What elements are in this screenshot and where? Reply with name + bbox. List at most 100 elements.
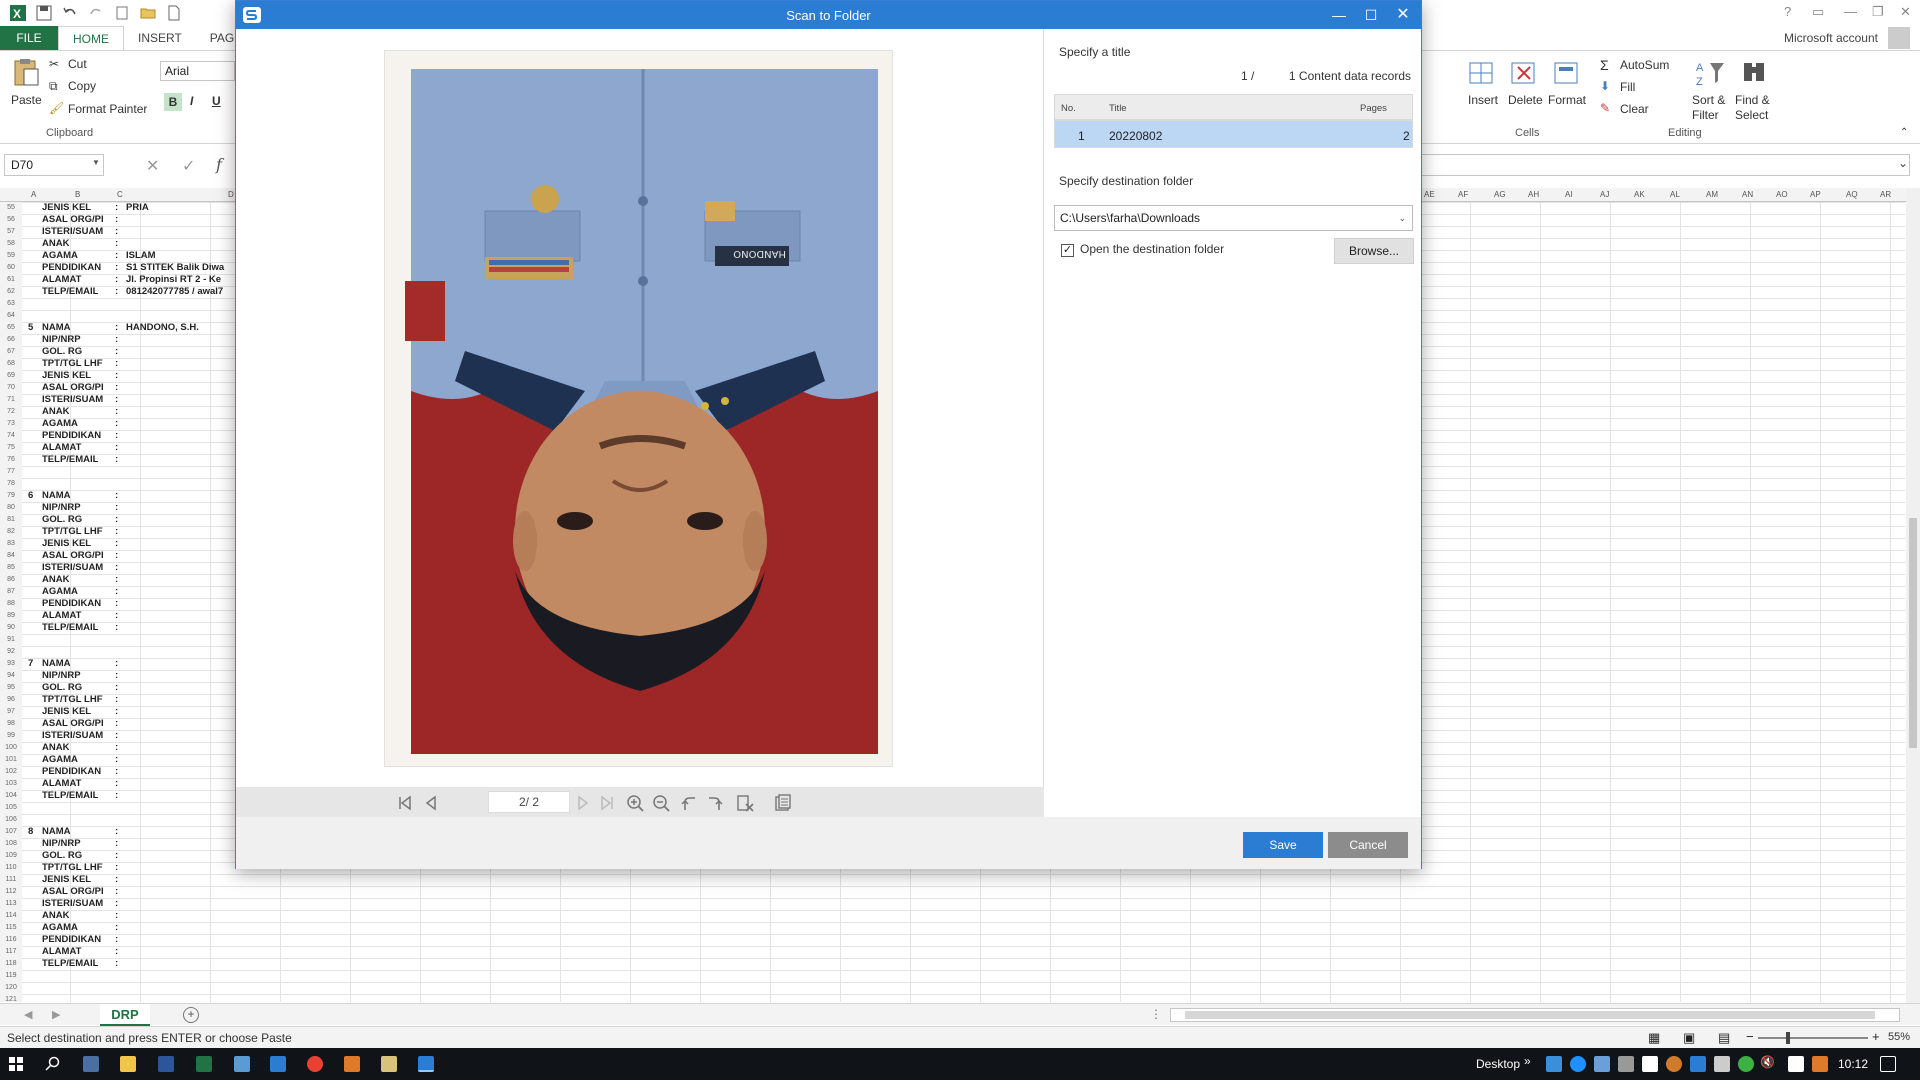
cell-c[interactable]: : <box>115 250 118 262</box>
col-header[interactable]: AN <box>1742 190 1753 199</box>
row-number[interactable]: 111 <box>0 874 22 886</box>
delete-page-icon[interactable] <box>736 794 754 812</box>
cell-b[interactable]: GOL. RG <box>42 682 82 694</box>
cell-b[interactable]: ASAL ORG/PI <box>42 382 104 394</box>
table-row[interactable]: 77 <box>0 466 240 478</box>
cell-b[interactable]: ASAL ORG/PI <box>42 718 104 730</box>
row-number[interactable]: 70 <box>0 382 22 394</box>
table-row[interactable]: 107 8 NAMA: <box>0 826 240 838</box>
page-settings-icon[interactable] <box>774 794 792 812</box>
row-number[interactable]: 82 <box>0 526 22 538</box>
row-number[interactable]: 56 <box>0 214 22 226</box>
cell-c[interactable]: : <box>115 718 118 730</box>
cell-c[interactable]: : <box>115 586 118 598</box>
row-number[interactable]: 105 <box>0 802 22 814</box>
table-row[interactable]: 1 20220802 2 <box>1054 120 1413 148</box>
underline-button[interactable]: U <box>212 94 221 108</box>
row-number[interactable]: 106 <box>0 814 22 826</box>
table-row[interactable]: 55 JENIS KEL: PRIA <box>0 202 240 214</box>
table-row[interactable]: 108 NIP/NRP: <box>0 838 240 850</box>
table-row[interactable]: 86 ANAK: <box>0 574 240 586</box>
sort-filter-label-1[interactable]: Sort & <box>1692 93 1725 107</box>
table-row[interactable]: 104 TELP/EMAIL: <box>0 790 240 802</box>
cell-b[interactable]: TELP/EMAIL <box>42 622 98 634</box>
cell-c[interactable]: : <box>115 934 118 946</box>
windows-start-icon[interactable] <box>8 1056 24 1072</box>
table-row[interactable]: 97 JENIS KEL: <box>0 706 240 718</box>
zoom-slider[interactable] <box>1758 1032 1868 1044</box>
cell-c[interactable]: : <box>115 406 118 418</box>
restore-excel-icon[interactable]: ❐ <box>1872 4 1884 20</box>
cell-b[interactable]: GOL. RG <box>42 850 82 862</box>
table-row[interactable]: 61 ALAMAT: Jl. Propinsi RT 2 - Ke <box>0 274 240 286</box>
cell-b[interactable]: JENIS KEL <box>42 706 91 718</box>
maximize-dialog-icon[interactable]: ☐ <box>1360 4 1382 26</box>
table-row[interactable]: 112 ASAL ORG/PI: <box>0 886 240 898</box>
horizontal-scroll-thumb[interactable] <box>1185 1011 1875 1019</box>
format-cells-button[interactable]: Format <box>1548 93 1586 107</box>
row-number[interactable]: 90 <box>0 622 22 634</box>
cell-c[interactable]: : <box>115 322 118 334</box>
insert-cells-button[interactable]: Insert <box>1468 93 1498 107</box>
table-row[interactable]: 74 PENDIDIKAN: <box>0 430 240 442</box>
row-number[interactable]: 115 <box>0 922 22 934</box>
row-number[interactable]: 121 <box>0 994 22 1002</box>
zoom-out-icon[interactable]: − <box>1746 1029 1754 1044</box>
cell-c[interactable]: : <box>115 538 118 550</box>
table-row[interactable]: 91 <box>0 634 240 646</box>
cell-b[interactable]: ALAMAT <box>42 610 81 622</box>
cell-b[interactable]: TPT/TGL LHF <box>42 862 103 874</box>
cell-a[interactable]: 5 <box>28 322 33 334</box>
cell-c[interactable]: : <box>115 262 118 274</box>
cell-c[interactable]: : <box>115 958 118 970</box>
notification-icon[interactable] <box>1880 1056 1896 1072</box>
row-number[interactable]: 74 <box>0 430 22 442</box>
tray-app-icon[interactable] <box>1546 1056 1562 1072</box>
col-header[interactable]: B <box>75 190 80 199</box>
table-row[interactable]: 72 ANAK: <box>0 406 240 418</box>
page-indicator-input[interactable]: 2/ 2 <box>488 791 570 813</box>
cut-button[interactable]: Cut <box>68 57 87 71</box>
minimize-dialog-icon[interactable]: — <box>1328 4 1350 26</box>
col-header[interactable]: D <box>228 190 234 199</box>
tab-home[interactable]: HOME <box>58 26 124 50</box>
vertical-scrollbar[interactable] <box>1906 188 1920 1003</box>
table-row[interactable]: 66 NIP/NRP: <box>0 334 240 346</box>
table-row[interactable]: 84 ASAL ORG/PI: <box>0 550 240 562</box>
row-number[interactable]: 65 <box>0 322 22 334</box>
cell-b[interactable]: TELP/EMAIL <box>42 958 98 970</box>
cancel-button[interactable]: Cancel <box>1328 832 1408 858</box>
table-row[interactable]: 59 AGAMA: ISLAM <box>0 250 240 262</box>
col-header[interactable]: AO <box>1776 190 1788 199</box>
row-number[interactable]: 87 <box>0 586 22 598</box>
cell-b[interactable]: ISTERI/SUAM <box>42 226 103 238</box>
cell-d[interactable]: 081242077785 / awal7 <box>126 286 223 298</box>
table-row[interactable]: 109 GOL. RG: <box>0 850 240 862</box>
cell-b[interactable]: AGAMA <box>42 922 78 934</box>
next-page-icon[interactable] <box>574 794 592 812</box>
desktop-toolbar-label[interactable]: Desktop <box>1476 1057 1520 1071</box>
cell-b[interactable]: PENDIDIKAN <box>42 766 101 778</box>
cell-b[interactable]: JENIS KEL <box>42 370 91 382</box>
col-header[interactable]: AE <box>1424 190 1435 199</box>
row-number[interactable]: 69 <box>0 370 22 382</box>
cell-c[interactable]: : <box>115 598 118 610</box>
cell-c[interactable]: : <box>115 490 118 502</box>
row-number[interactable]: 62 <box>0 286 22 298</box>
cell-c[interactable]: : <box>115 562 118 574</box>
cell-b[interactable]: NAMA <box>42 826 71 838</box>
table-row[interactable]: 119 <box>0 970 240 982</box>
row-number[interactable]: 66 <box>0 334 22 346</box>
table-row[interactable]: 78 <box>0 478 240 490</box>
row-number[interactable]: 116 <box>0 934 22 946</box>
italic-button[interactable]: I <box>190 94 193 108</box>
table-row[interactable]: 57 ISTERI/SUAM: <box>0 226 240 238</box>
word-icon[interactable] <box>158 1056 174 1072</box>
cell-b[interactable]: ANAK <box>42 910 69 922</box>
cell-c[interactable]: : <box>115 754 118 766</box>
cell-c[interactable]: : <box>115 526 118 538</box>
col-header[interactable]: C <box>117 190 123 199</box>
open-folder-checkbox[interactable]: ✓ <box>1061 244 1074 257</box>
row-number[interactable]: 119 <box>0 970 22 982</box>
close-excel-icon[interactable]: ✕ <box>1900 4 1911 20</box>
